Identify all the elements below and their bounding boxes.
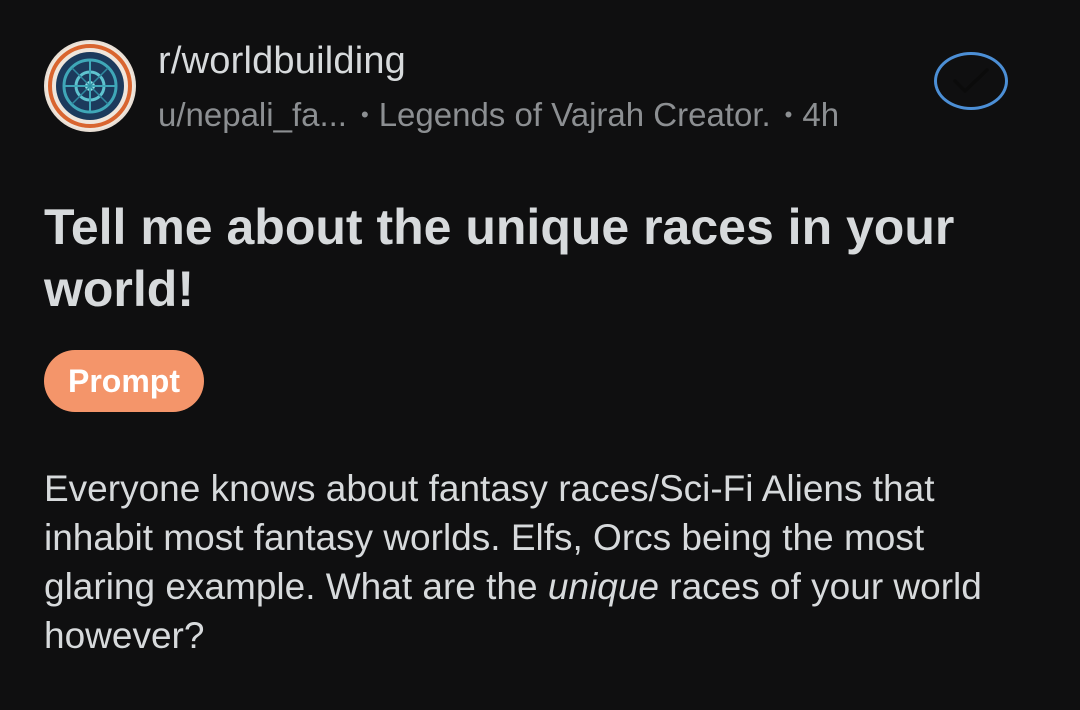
- subreddit-name[interactable]: r/worldbuilding: [158, 40, 406, 83]
- post-page: r/worldbuilding u/nepali_fa... • Legends…: [0, 0, 1080, 710]
- checkmark-icon: [953, 68, 989, 93]
- subreddit-avatar[interactable]: [44, 40, 136, 132]
- subreddit-emblem-icon: [46, 42, 134, 130]
- post-age: 4h: [802, 96, 840, 133]
- joined-button[interactable]: [934, 52, 1008, 110]
- post-meta: u/nepali_fa... • Legends of Vajrah Creat…: [158, 96, 839, 134]
- author-name[interactable]: u/nepali_fa...: [158, 96, 347, 134]
- author-flair: Legends of Vajrah Creator.: [378, 96, 771, 133]
- post-flair-badge[interactable]: Prompt: [44, 350, 204, 412]
- post-header: r/worldbuilding u/nepali_fa... • Legends…: [44, 40, 1034, 136]
- post-title[interactable]: Tell me about the unique races in your w…: [44, 196, 1034, 320]
- post-body: Everyone knows about fantasy races/Sci-F…: [44, 464, 1034, 660]
- separator-dot: •: [784, 102, 793, 127]
- separator-dot: •: [360, 102, 369, 127]
- post-body-emphasis: unique: [547, 566, 659, 607]
